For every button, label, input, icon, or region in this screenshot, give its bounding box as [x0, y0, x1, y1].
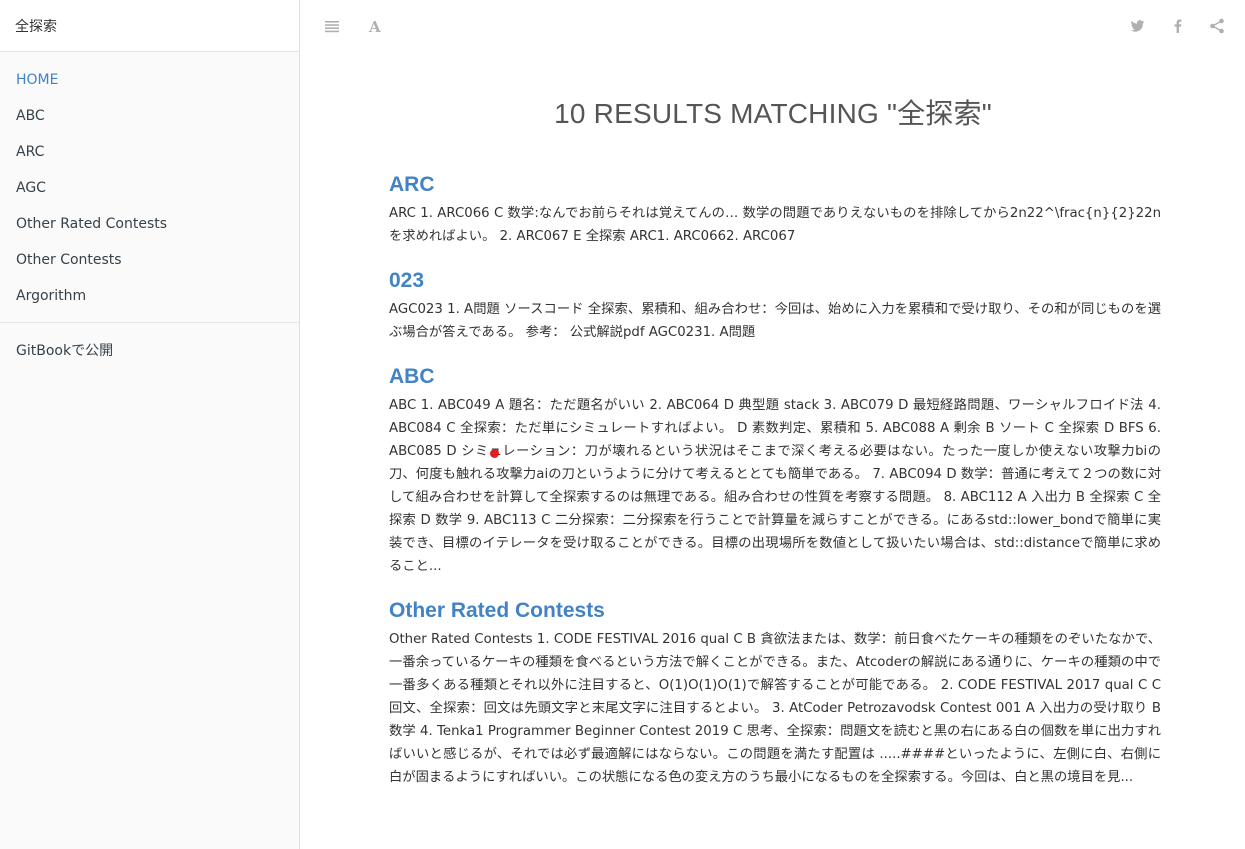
result-title-link[interactable]: ARC — [389, 170, 1161, 200]
result-title-link[interactable]: Other Rated Contests — [389, 596, 1161, 626]
gitbook-publish-link[interactable]: GitBookで公開 — [0, 333, 299, 369]
search-box — [0, 0, 299, 52]
result-snippet: ARC 1. ARC066 C 数学:なんでお前らそれは覚えてんの… 数学の問題… — [389, 206, 1161, 244]
search-result: ABC ABC 1. ABC049 A 題名：ただ題名がいい 2. ABC064… — [389, 362, 1161, 578]
result-title-link[interactable]: 023 — [389, 266, 1161, 296]
sidebar: HOME ABC ARC AGC Other Rated Contests Ot… — [0, 0, 300, 849]
svg-text:A: A — [368, 18, 381, 35]
facebook-icon[interactable] — [1169, 17, 1187, 35]
sidebar-item-agc[interactable]: AGC — [0, 170, 299, 206]
search-result: 023 AGC023 1. A問題 ソースコード 全探索、累積和、組み合わせ：今… — [389, 266, 1161, 344]
result-title-link[interactable]: ABC — [389, 362, 1161, 392]
result-snippet: ABC 1. ABC049 A 題名：ただ題名がいい 2. ABC064 D 典… — [389, 398, 1161, 574]
cursor-marker — [490, 449, 499, 458]
sidebar-footer: GitBookで公開 — [0, 333, 299, 369]
sidebar-item-other-rated-contests[interactable]: Other Rated Contests — [0, 206, 299, 242]
sidebar-item-home[interactable]: HOME — [0, 62, 299, 98]
sidebar-item-other-contests[interactable]: Other Contests — [0, 242, 299, 278]
twitter-icon[interactable] — [1128, 17, 1146, 35]
search-results: ARC ARC 1. ARC066 C 数学:なんでお前らそれは覚えてんの… 数… — [389, 170, 1161, 807]
result-snippet: Other Rated Contests 1. CODE FESTIVAL 20… — [389, 632, 1161, 785]
toolbar: A — [301, 0, 1245, 52]
sidebar-nav: HOME ABC ARC AGC Other Rated Contests Ot… — [0, 52, 299, 314]
search-input[interactable] — [15, 17, 284, 34]
result-snippet: AGC023 1. A問題 ソースコード 全探索、累積和、組み合わせ：今回は、始… — [389, 302, 1161, 340]
sidebar-divider — [0, 322, 299, 323]
font-icon[interactable]: A — [366, 17, 384, 36]
results-title: 10 RESULTS MATCHING "全探索" — [554, 98, 992, 129]
sidebar-item-arc[interactable]: ARC — [0, 134, 299, 170]
share-icon[interactable] — [1208, 17, 1226, 35]
list-icon[interactable] — [323, 17, 341, 35]
sidebar-item-argorithm[interactable]: Argorithm — [0, 278, 299, 314]
search-result: ARC ARC 1. ARC066 C 数学:なんでお前らそれは覚えてんの… 数… — [389, 170, 1161, 248]
main-content: A 10 RESULTS MATCHING "全探索" ARC ARC 1. A… — [301, 0, 1245, 849]
search-result: Other Rated Contests Other Rated Contest… — [389, 596, 1161, 789]
sidebar-item-abc[interactable]: ABC — [0, 98, 299, 134]
